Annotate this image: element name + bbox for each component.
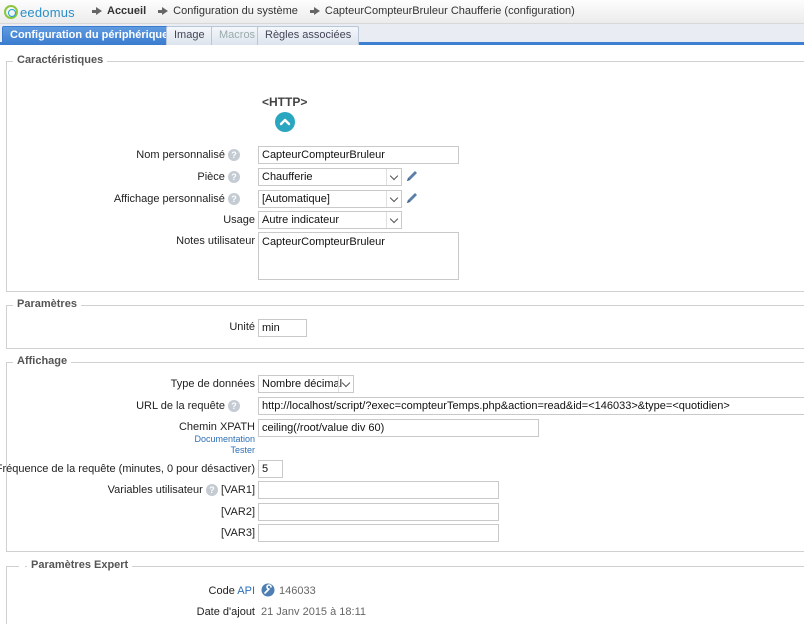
chevron-up-icon <box>279 118 291 126</box>
section-expert: Paramètres Expert <box>6 559 804 624</box>
tester-link[interactable]: Tester <box>230 445 255 455</box>
notes-textarea[interactable]: CapteurCompteurBruleur <box>258 232 459 280</box>
chevron-down-icon <box>386 191 401 207</box>
breadcrumb-item-home[interactable]: Accueil <box>92 5 146 17</box>
documentation-link[interactable]: Documentation <box>194 434 255 444</box>
var2-label: [VAR2] <box>220 506 255 518</box>
section-title: Paramètres Expert <box>27 559 133 571</box>
eedomus-logo[interactable]: eedomus <box>4 3 75 21</box>
user-vars-label-row: Variables utilisateur ? [VAR1] <box>107 484 255 497</box>
tab-bar: Configuration du périphérique Image Macr… <box>0 24 804 45</box>
code-label-row: Code API <box>208 585 255 597</box>
help-icon[interactable]: ? <box>228 171 240 184</box>
breadcrumb: Accueil Configuration du système Capteur… <box>92 5 587 17</box>
url-input[interactable]: http://localhost/script/?exec=compteurTe… <box>258 397 804 415</box>
var2-input[interactable] <box>258 503 499 521</box>
var3-label: [VAR3] <box>220 527 255 539</box>
chevron-down-icon <box>338 376 353 392</box>
logo-icon <box>4 5 18 19</box>
chevron-down-icon <box>386 169 401 185</box>
var3-input[interactable] <box>258 524 499 542</box>
tab-device-config[interactable]: Configuration du périphérique <box>2 26 177 45</box>
url-label-row: URL de la requête ? <box>136 400 240 413</box>
date-label: Date d'ajout <box>196 606 255 618</box>
tab-macros: Macros <box>211 26 264 45</box>
tab-image[interactable]: Image <box>166 26 213 45</box>
breadcrumb-item-system-config[interactable]: Configuration du système <box>158 5 298 17</box>
frequency-input[interactable]: 5 <box>258 460 283 478</box>
legend-toggle[interactable] <box>19 566 25 567</box>
datatype-label: Type de données <box>170 378 255 390</box>
unit-input[interactable]: min <box>258 319 307 337</box>
help-icon[interactable]: ? <box>205 484 218 497</box>
notes-label: Notes utilisateur <box>176 235 255 247</box>
var1-input[interactable] <box>258 481 499 499</box>
xpath-input[interactable]: ceiling(/root/value div 60) <box>258 419 539 437</box>
arrow-right-icon <box>158 7 169 15</box>
help-icon[interactable]: ? <box>228 400 240 413</box>
device-type-label: <HTTP> <box>262 95 308 109</box>
edit-pencil-icon[interactable] <box>405 169 419 183</box>
help-icon[interactable]: ? <box>228 149 240 162</box>
arrow-right-icon <box>92 7 102 15</box>
tab-associated-rules[interactable]: Règles associées <box>257 26 360 45</box>
room-select[interactable]: Chaufferie <box>258 168 402 186</box>
top-bar: eedomus Accueil Configuration du système… <box>0 0 804 24</box>
logo-text: eedomus <box>20 4 75 20</box>
edit-pencil-icon[interactable] <box>405 191 419 205</box>
help-icon[interactable]: ? <box>228 193 240 206</box>
wrench-icon[interactable] <box>261 583 275 597</box>
section-parameters: Paramètres <box>6 298 804 349</box>
xpath-label: Chemin XPATH <box>178 421 255 433</box>
arrow-right-icon <box>309 7 320 15</box>
section-title: Affichage <box>13 355 72 367</box>
section-title: Caractéristiques <box>13 54 108 66</box>
usage-select[interactable]: Autre indicateur <box>258 211 402 229</box>
date-value: 21 Janv 2015 à 18:11 <box>261 606 366 618</box>
name-input[interactable]: CapteurCompteurBruleur <box>258 146 459 164</box>
unit-label: Unité <box>229 321 255 333</box>
section-title: Paramètres <box>13 298 81 310</box>
frequency-label: Fréquence de la requête (minutes, 0 pour… <box>0 463 255 475</box>
code-value: 146033 <box>279 585 316 597</box>
collapse-up-icon[interactable] <box>275 112 295 132</box>
usage-label: Usage <box>223 214 255 226</box>
datatype-select[interactable]: Nombre décimal <box>258 375 354 393</box>
api-link[interactable]: API <box>237 585 255 597</box>
chevron-down-icon <box>386 212 401 228</box>
room-label-row: Pièce ? <box>197 171 240 184</box>
name-label-row: Nom personnalisé ? <box>136 149 240 162</box>
breadcrumb-item-device: CapteurCompteurBruleur Chaufferie (confi… <box>309 5 575 17</box>
display-label-row: Affichage personnalisé ? <box>114 193 240 206</box>
display-select[interactable]: [Automatique] <box>258 190 402 208</box>
